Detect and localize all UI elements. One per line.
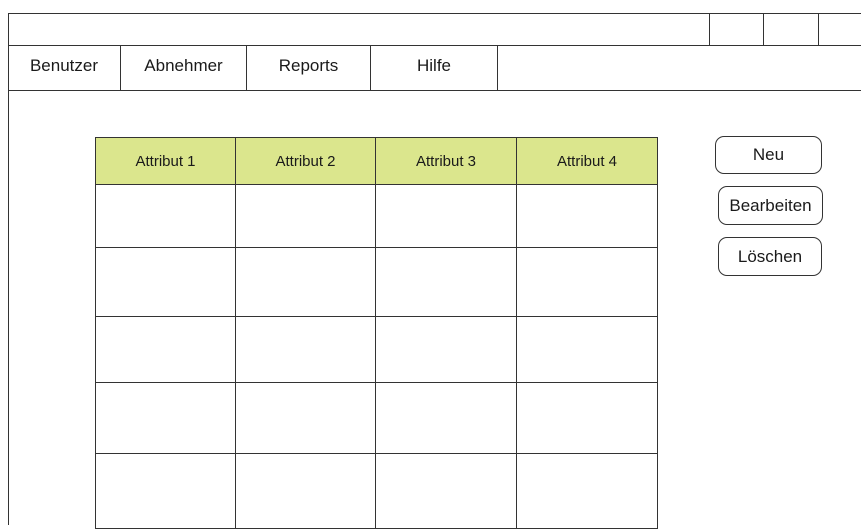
menu-bar: Benutzer Abnehmer Reports Hilfe [8, 46, 861, 91]
table-cell[interactable] [235, 382, 376, 454]
title-bar [8, 13, 861, 46]
column-header-2[interactable]: Attribut 2 [235, 137, 376, 185]
table-cell[interactable] [516, 316, 658, 383]
table-cell[interactable] [516, 247, 658, 317]
table-cell[interactable] [375, 453, 517, 529]
table-row[interactable] [95, 316, 658, 383]
menu-item-reports[interactable]: Reports [247, 46, 371, 90]
data-table: Attribut 1 Attribut 2 Attribut 3 Attribu… [95, 137, 658, 529]
table-row[interactable] [95, 247, 658, 317]
table-row[interactable] [95, 453, 658, 529]
table-cell[interactable] [516, 453, 658, 529]
column-header-1[interactable]: Attribut 1 [95, 137, 236, 185]
table-cell[interactable] [375, 184, 517, 248]
table-cell[interactable] [95, 247, 236, 317]
table-row[interactable] [95, 382, 658, 454]
table-cell[interactable] [375, 382, 517, 454]
column-header-4[interactable]: Attribut 4 [516, 137, 658, 185]
table-cell[interactable] [375, 247, 517, 317]
table-row[interactable] [95, 184, 658, 248]
window-button-3[interactable] [818, 14, 861, 46]
table-cell[interactable] [516, 382, 658, 454]
table-header-row: Attribut 1 Attribut 2 Attribut 3 Attribu… [95, 137, 658, 185]
table-cell[interactable] [95, 453, 236, 529]
table-cell[interactable] [516, 184, 658, 248]
table-cell[interactable] [235, 184, 376, 248]
window-button-2[interactable] [763, 14, 818, 46]
new-button[interactable]: Neu [715, 136, 822, 174]
table-cell[interactable] [235, 316, 376, 383]
menu-item-benutzer[interactable]: Benutzer [8, 46, 121, 90]
window-button-1[interactable] [709, 14, 763, 46]
table-cell[interactable] [235, 453, 376, 529]
menu-item-abnehmer[interactable]: Abnehmer [121, 46, 247, 90]
table-cell[interactable] [375, 316, 517, 383]
edit-button[interactable]: Bearbeiten [718, 186, 823, 225]
table-cell[interactable] [95, 382, 236, 454]
table-cell[interactable] [95, 184, 236, 248]
table-cell[interactable] [235, 247, 376, 317]
column-header-3[interactable]: Attribut 3 [375, 137, 517, 185]
menu-item-hilfe[interactable]: Hilfe [371, 46, 498, 90]
delete-button[interactable]: Löschen [718, 237, 822, 276]
table-cell[interactable] [95, 316, 236, 383]
